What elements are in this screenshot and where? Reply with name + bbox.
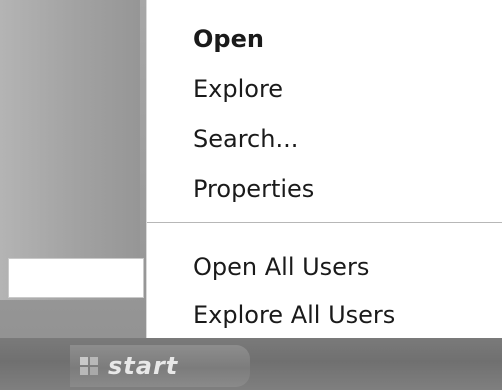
- menu-separator: [147, 222, 502, 224]
- desktop-gradient-panel: [0, 0, 140, 300]
- menu-item-open[interactable]: Open: [193, 22, 264, 56]
- start-context-menu: Open Explore Search... Properties Open A…: [146, 0, 502, 338]
- desktop-input-area: [8, 258, 144, 298]
- menu-item-label: Open: [193, 25, 264, 53]
- menu-item-explore-all-users[interactable]: Explore All Users: [193, 298, 395, 332]
- menu-item-open-all-users[interactable]: Open All Users: [193, 250, 369, 284]
- start-label: start: [108, 352, 179, 380]
- start-button[interactable]: start: [70, 345, 250, 387]
- menu-item-label: Search...: [193, 125, 299, 153]
- menu-item-properties[interactable]: Properties: [193, 172, 314, 206]
- menu-item-label: Properties: [193, 175, 315, 203]
- menu-item-search[interactable]: Search...: [193, 122, 298, 156]
- menu-item-label: Open All Users: [193, 253, 370, 281]
- menu-item-label: Explore All Users: [193, 301, 396, 329]
- menu-item-label: Explore: [193, 75, 284, 103]
- windows-logo-icon: [80, 357, 98, 375]
- menu-item-explore[interactable]: Explore: [193, 72, 283, 106]
